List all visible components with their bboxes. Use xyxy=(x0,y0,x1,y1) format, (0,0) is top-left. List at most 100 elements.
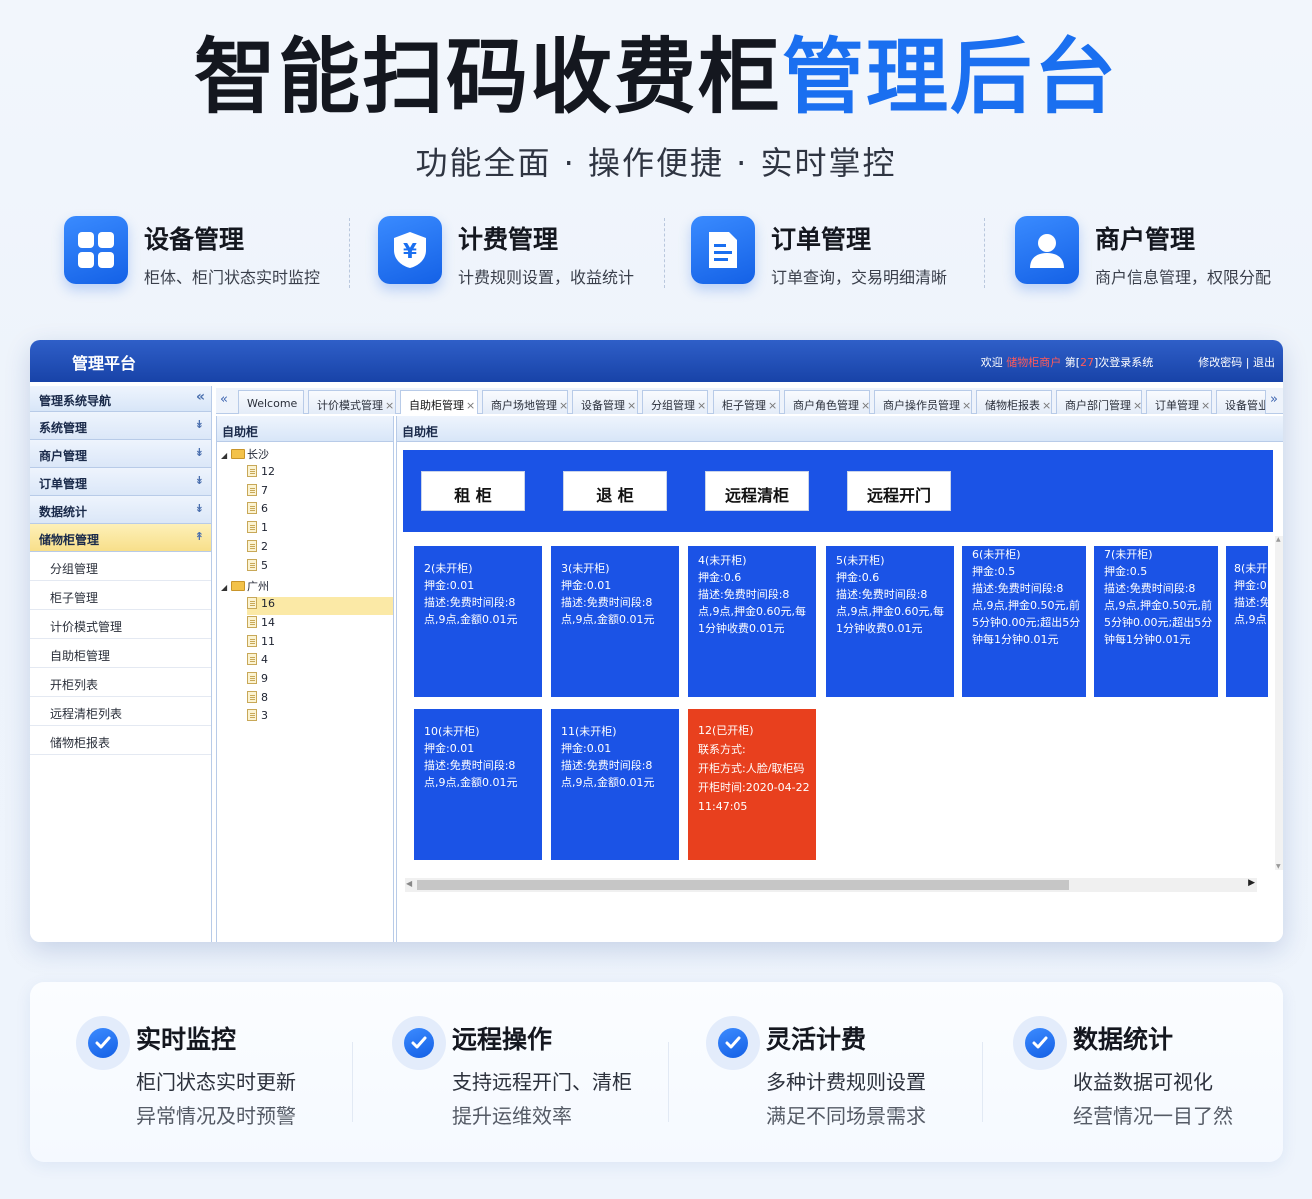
welcome-user: 储物柜商户 xyxy=(1006,356,1062,369)
tab-venue[interactable]: 商户场地管理 × xyxy=(482,390,568,414)
tree-item[interactable]: 2 xyxy=(247,540,268,558)
close-icon[interactable]: × xyxy=(768,399,777,412)
tree-item[interactable]: 1 xyxy=(247,521,268,539)
sidebar-section-merchant[interactable]: 商户管理 ↡ xyxy=(30,440,211,468)
tree-item[interactable]: 3 xyxy=(247,709,268,727)
close-icon[interactable]: × xyxy=(861,399,870,412)
close-icon[interactable]: × xyxy=(1042,399,1051,412)
scroll-thumb[interactable] xyxy=(417,880,1069,890)
sidebar-item-self-service[interactable]: 自助柜管理 xyxy=(30,639,211,668)
close-icon[interactable]: × xyxy=(1201,399,1210,412)
tree-item[interactable]: 7 xyxy=(247,484,268,502)
cabinet-tile[interactable]: 8(未开 押金:0 描述:免 点,9点 xyxy=(1226,546,1268,697)
cabinet-tile[interactable]: 11(未开柜) 押金:0.01 描述:免费时间段:8 点,9点,金额0.01元 xyxy=(551,709,679,860)
section-label: 订单管理 xyxy=(39,477,88,491)
horizontal-scrollbar[interactable]: ◀ ▶ xyxy=(405,878,1257,892)
tree-folder[interactable]: ◢ 广州 xyxy=(221,578,269,596)
benefit-monitoring: 实时监控 柜门状态实时更新 异常情况及时预警 xyxy=(76,1014,366,1134)
title-blue-part: 管理后台 xyxy=(782,30,1119,125)
close-icon[interactable]: × xyxy=(962,399,971,412)
cabinet-tile[interactable]: 10(未开柜) 押金:0.01 描述:免费时间段:8 点,9点,金额0.01元 xyxy=(414,709,542,860)
rent-button[interactable]: 租 柜 xyxy=(421,471,525,511)
close-icon[interactable]: × xyxy=(1133,399,1142,412)
tab-pricing[interactable]: 计价模式管理 × xyxy=(308,390,396,414)
cabinet-tile[interactable]: 7(未开柜) 押金:0.5 描述:免费时间段:8 点,9点,押金0.50元,前 … xyxy=(1094,546,1218,697)
cabinet-line: 钟每1分钟0.01元 xyxy=(972,633,1059,646)
tree-item-selected[interactable]: 16 xyxy=(247,597,393,615)
tab-device[interactable]: 设备管理 × xyxy=(572,390,638,414)
expand-icon[interactable]: ◢ xyxy=(221,451,231,460)
cabinet-line: 2(未开柜) xyxy=(424,562,473,575)
sidebar-section-system[interactable]: 系统管理 ↡ xyxy=(30,412,211,440)
remote-clear-button[interactable]: 远程清柜 xyxy=(705,471,809,511)
tree-item[interactable]: 8 xyxy=(247,691,268,709)
feature-desc: 计费规则设置，收益统计 xyxy=(458,268,635,287)
tree-folder[interactable]: ◢ 长沙 xyxy=(221,446,269,464)
sidebar-section-locker[interactable]: 储物柜管理 ↟ xyxy=(30,524,211,552)
cabinet-tile[interactable]: 5(未开柜) 押金:0.6 描述:免费时间段:8 点,9点,押金0.60元,每 … xyxy=(826,546,954,697)
close-icon[interactable]: × xyxy=(466,399,475,412)
close-icon[interactable]: × xyxy=(627,399,636,412)
tab-next-icon[interactable]: » xyxy=(1270,392,1278,407)
benefit-billing: 灵活计费 多种计费规则设置 满足不同场景需求 xyxy=(706,1014,996,1134)
cabinet-tile[interactable]: 3(未开柜) 押金:0.01 描述:免费时间段:8 点,9点,金额0.01元 xyxy=(551,546,679,697)
cabinet-line: 点,9点,押金0.50元,前 xyxy=(1104,599,1212,612)
close-icon[interactable]: × xyxy=(385,399,394,412)
sidebar-item-report[interactable]: 储物柜报表 xyxy=(30,726,211,755)
tree-item[interactable]: 14 xyxy=(247,616,275,634)
tab-device-business[interactable]: 设备管业 xyxy=(1216,390,1266,414)
benefit-line: 多种计费规则设置 xyxy=(766,1070,926,1094)
tab-group[interactable]: 分组管理 × xyxy=(642,390,708,414)
scroll-right-icon[interactable]: ▶ xyxy=(1248,878,1255,888)
cabinet-line: 12(已开柜) xyxy=(698,724,754,737)
tab-prev-icon[interactable]: « xyxy=(220,392,228,407)
tree-item[interactable]: 6 xyxy=(247,502,268,520)
sidebar-item-open-list[interactable]: 开柜列表 xyxy=(30,668,211,697)
account-links[interactable]: 修改密码 | 退出 xyxy=(1198,356,1275,369)
sidebar: 管理系统导航 « 系统管理 ↡ 商户管理 ↡ 订单管理 ↡ 数据统计 ↡ 储物柜管理 ↟ … xyxy=(30,386,212,942)
remote-open-button[interactable]: 远程开门 xyxy=(847,471,951,511)
tab-operator[interactable]: 商户操作员管理 × xyxy=(874,390,972,414)
cabinet-tile[interactable]: 4(未开柜) 押金:0.6 描述:免费时间段:8 点,9点,押金0.60元,每 … xyxy=(688,546,816,697)
tab-department[interactable]: 商户部门管理 × xyxy=(1056,390,1142,414)
tree-item[interactable]: 4 xyxy=(247,653,268,671)
tree-item-label: 7 xyxy=(261,484,268,497)
close-icon[interactable]: × xyxy=(697,399,706,412)
sidebar-item-pricing[interactable]: 计价模式管理 xyxy=(30,610,211,639)
tree-item[interactable]: 11 xyxy=(247,635,275,653)
account-bar: 欢迎 储物柜商户 第[27]次登录系统 修改密码 | 退出 xyxy=(981,354,1275,370)
feature-desc: 柜体、柜门状态实时监控 xyxy=(144,268,321,287)
expand-icon[interactable]: ◢ xyxy=(221,583,231,592)
tab-orders[interactable]: 订单管理 × xyxy=(1146,390,1212,414)
sidebar-item-remote-clear[interactable]: 远程清柜列表 xyxy=(30,697,211,726)
scroll-left-icon[interactable]: ◀ xyxy=(406,879,412,888)
sidebar-section-orders[interactable]: 订单管理 ↡ xyxy=(30,468,211,496)
tab-cabinet[interactable]: 柜子管理 × xyxy=(713,390,780,414)
close-icon[interactable]: × xyxy=(559,399,568,412)
collapse-icon[interactable]: « xyxy=(196,389,205,405)
tab-self-service[interactable]: 自助柜管理 × xyxy=(400,390,478,414)
tree-item-label: 9 xyxy=(261,672,268,685)
vertical-scrollbar[interactable] xyxy=(1275,536,1283,870)
brand-title: 管理平台 xyxy=(72,354,137,373)
tab-report[interactable]: 储物柜报表 × xyxy=(976,390,1052,414)
cabinet-tile[interactable]: 6(未开柜) 押金:0.5 描述:免费时间段:8 点,9点,押金0.50元,前 … xyxy=(962,546,1086,697)
check-icon xyxy=(1013,1016,1067,1070)
tree-item[interactable]: 5 xyxy=(247,559,268,577)
return-button[interactable]: 退 柜 xyxy=(563,471,667,511)
sidebar-item-cabinet[interactable]: 柜子管理 xyxy=(30,581,211,610)
folder-icon xyxy=(231,449,245,459)
cabinet-line: 押金:0.01 xyxy=(561,742,612,755)
tab-label: 设备管业 xyxy=(1225,399,1266,412)
cabinet-tile[interactable]: 2(未开柜) 押金:0.01 描述:免费时间段:8 点,9点,金额0.01元 xyxy=(414,546,542,697)
cabinet-line: 钟每1分钟0.01元 xyxy=(1104,633,1191,646)
tree-item[interactable]: 12 xyxy=(247,465,275,483)
sidebar-section-stats[interactable]: 数据统计 ↡ xyxy=(30,496,211,524)
tree-item[interactable]: 9 xyxy=(247,672,268,690)
cabinet-line: 描述:免费时间段:8 xyxy=(972,582,1064,595)
tab-welcome[interactable]: Welcome xyxy=(238,390,304,414)
tab-role[interactable]: 商户角色管理 × xyxy=(784,390,870,414)
file-icon xyxy=(247,502,257,514)
cabinet-tile-open[interactable]: 12(已开柜) 联系方式: 开柜方式:人脸/取柜码 开柜时间:2020-04-2… xyxy=(688,709,816,860)
sidebar-item-group[interactable]: 分组管理 xyxy=(30,552,211,581)
